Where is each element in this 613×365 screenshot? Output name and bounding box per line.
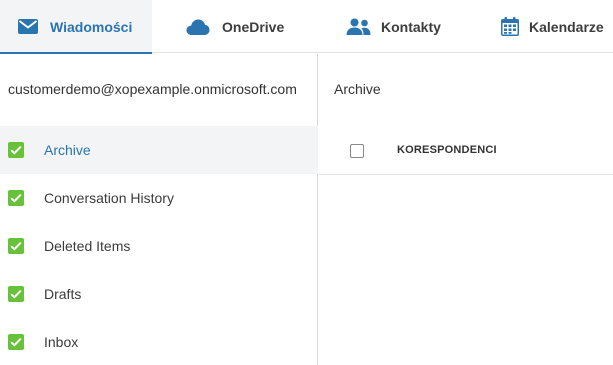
checkmark-icon <box>10 241 22 251</box>
checkmark-icon <box>10 337 22 347</box>
folder-item-drafts[interactable]: Drafts <box>0 270 318 318</box>
tab-contacts-label: Kontakty <box>381 18 441 35</box>
folder-sidebar: customerdemo@xopexample.onmicrosoft.com … <box>0 54 318 365</box>
table-header: KORESPONDENCI <box>319 126 613 175</box>
column-header-correspondents[interactable]: KORESPONDENCI <box>397 144 497 156</box>
folder-label: Archive <box>44 142 91 158</box>
tab-messages-label: Wiadomości <box>50 18 133 35</box>
tab-onedrive-label: OneDrive <box>222 18 285 35</box>
people-icon <box>346 18 371 35</box>
tab-messages[interactable]: Wiadomości <box>0 0 152 54</box>
folder-item-deleted-items[interactable]: Deleted Items <box>0 222 318 270</box>
folder-label: Inbox <box>44 334 79 350</box>
checkbox-checked[interactable] <box>8 190 24 206</box>
tab-onedrive[interactable]: OneDrive <box>186 0 326 53</box>
checkmark-icon <box>10 289 22 299</box>
tab-calendars-label: Kalendarze <box>529 18 604 35</box>
checkmark-icon <box>10 145 22 155</box>
checkbox-checked[interactable] <box>8 334 24 350</box>
folder-label: Deleted Items <box>44 238 131 254</box>
checkmark-icon <box>10 193 22 203</box>
checkbox-checked[interactable] <box>8 238 24 254</box>
tab-calendars[interactable]: Kalendarze <box>501 0 613 53</box>
folder-label: Drafts <box>44 286 82 302</box>
folder-item-conversation-history[interactable]: Conversation History <box>0 174 318 222</box>
calendar-icon <box>501 17 519 36</box>
cloud-icon <box>186 19 210 35</box>
tab-contacts[interactable]: Kontakty <box>346 0 486 53</box>
folder-label: Conversation History <box>44 190 174 206</box>
top-tab-bar: Wiadomości OneDrive Kontakty Kalendarze <box>0 0 613 54</box>
folder-title: Archive <box>334 81 381 97</box>
account-email: customerdemo@xopexample.onmicrosoft.com <box>8 81 297 97</box>
folder-item-archive[interactable]: Archive <box>0 126 318 174</box>
folder-item-inbox[interactable]: Inbox <box>0 318 318 365</box>
checkbox-checked[interactable] <box>8 286 24 302</box>
checkbox-checked[interactable] <box>8 142 24 158</box>
folder-list: Archive Conversation History Deleted Ite… <box>0 126 318 365</box>
message-list-pane: Archive KORESPONDENCI <box>319 54 613 365</box>
select-all-checkbox[interactable] <box>350 144 364 158</box>
envelope-icon <box>18 19 38 34</box>
